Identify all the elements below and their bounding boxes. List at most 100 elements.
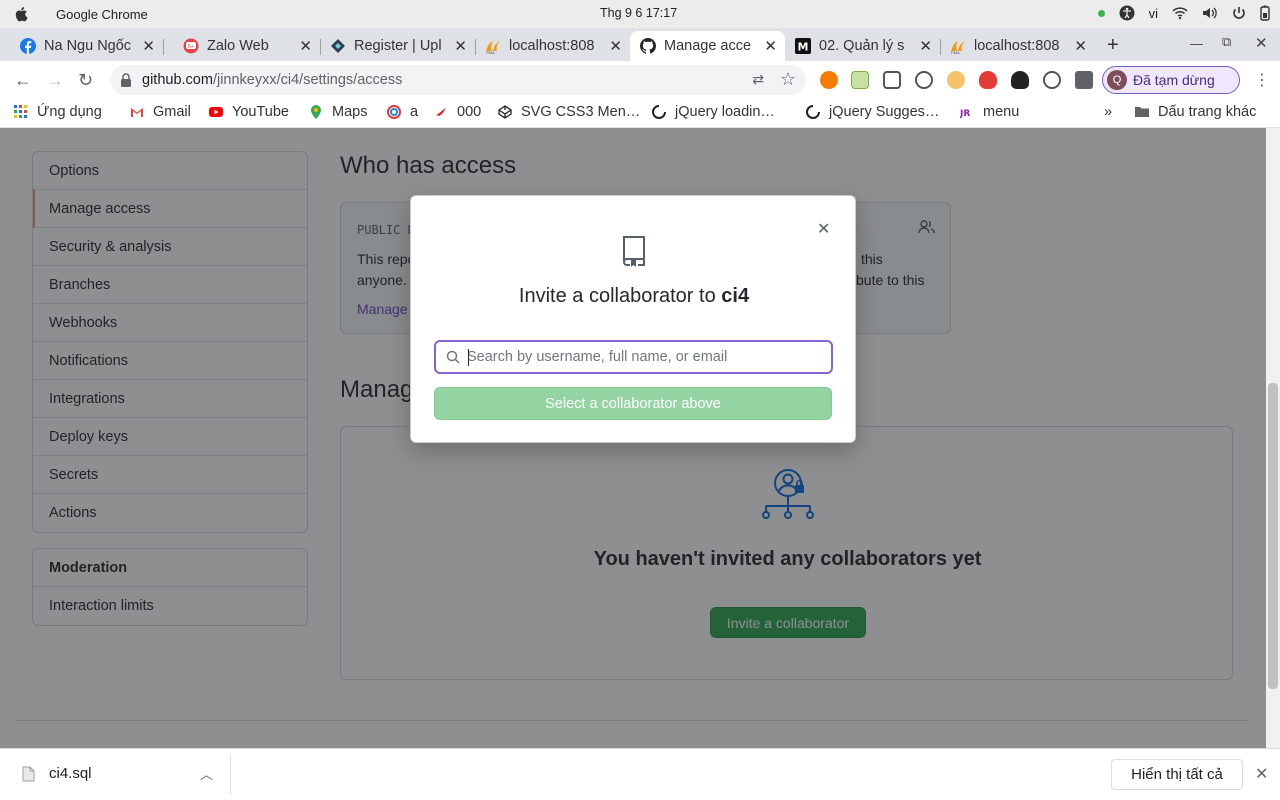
codepen-icon [498,105,512,119]
apple-icon[interactable] [14,6,30,22]
dialog-title: Invite a collaborator to ci4 [411,285,857,308]
bookmark-apps[interactable]: Ứng dụng [14,104,102,120]
tab-label: localhost:808 [509,38,595,54]
bookmark-label: a [410,104,419,120]
bookmark-label: Ứng dụng [37,104,102,120]
bookmark-maps[interactable]: Maps [309,104,367,120]
dialog-repo-name: ci4 [721,285,750,307]
show-all-downloads-button[interactable]: Hiển thị tất cả [1111,759,1243,790]
svg-text:JR: JR [960,109,970,119]
fire-icon[interactable] [979,71,997,89]
tab-close-icon[interactable]: ✕ [454,37,467,55]
facebook-icon [20,38,36,54]
bookmark-gmail[interactable]: Gmail [130,104,191,120]
wifi-icon[interactable] [1172,6,1188,20]
kebab-menu-icon[interactable]: ⋮ [1254,70,1270,90]
restore-icon[interactable]: ⧉ [1222,34,1231,50]
divider [230,755,231,795]
tab-close-icon[interactable]: ✕ [1074,37,1087,55]
app-name: Google Chrome [56,7,148,22]
cookie-icon[interactable] [947,71,965,89]
gmail-icon [131,108,143,117]
medium-icon: M [795,38,811,54]
extensions-puzzle-icon[interactable] [1075,71,1093,89]
bookmark-other[interactable]: Dấu trang khác [1135,104,1256,120]
bookmark-000[interactable]: 000 [434,104,481,120]
bookmark-youtube[interactable]: YouTube [209,104,289,120]
repo-icon [623,236,645,267]
address-url[interactable]: github.com/jinnkeyxx/ci4/settings/access [142,72,402,88]
tab-close-icon[interactable]: ✕ [609,37,622,55]
tab-close-icon[interactable]: ✕ [299,37,312,55]
tab-manage-access[interactable]: Manage acce ✕ [630,31,785,61]
tab-localhost-2[interactable]: PMA localhost:808 ✕ [940,31,1095,61]
maps-icon [311,105,321,119]
tab-zalo[interactable]: 5+ Zalo Web ✕ [163,31,320,61]
tab-localhost-1[interactable]: PMA localhost:808 ✕ [475,31,630,61]
window-close-icon[interactable]: ✕ [1255,34,1268,52]
youtube-icon [209,107,223,117]
close-icon[interactable]: ✕ [817,219,830,239]
tab-facebook[interactable]: Na Ngu Ngốc ✕ [0,31,163,61]
text-cursor [468,349,469,366]
overflow-chevron-icon: » [1104,104,1113,120]
bookmark-svg-css3[interactable]: SVG CSS3 Men… [498,104,640,120]
translate-icon[interactable]: ⇄ [752,71,764,88]
zalo-icon: 5+ [183,38,199,54]
invite-collaborator-dialog: ✕ Invite a collaborator to ci4 Select a … [410,195,856,443]
profile-button[interactable]: Q Đã tạm dừng [1102,66,1240,94]
volume-icon[interactable] [1202,6,1218,20]
recycle-icon[interactable] [1043,71,1061,89]
qr-code-icon[interactable] [883,71,901,89]
language-indicator[interactable]: vi [1149,6,1158,21]
new-tab-icon[interactable]: + [1107,34,1119,57]
battery-icon[interactable] [1260,5,1270,21]
ghost-icon[interactable] [1011,71,1029,89]
system-clock[interactable]: Thg 9 6 17:17 [600,6,677,20]
reload-icon[interactable]: ↻ [78,70,93,91]
tab-close-icon[interactable]: ✕ [919,37,932,55]
download-filename[interactable]: ci4.sql [49,765,92,782]
collaborator-search-input[interactable] [467,347,822,367]
tab-label: Manage acce [664,38,752,54]
tab-close-icon[interactable]: ✕ [142,37,155,55]
tab-register[interactable]: Register | Upl ✕ [320,31,475,61]
lock-icon[interactable] [120,73,132,87]
extension-1-icon[interactable] [820,71,838,89]
bookmarks-overflow[interactable]: » [1104,104,1112,120]
tab-close-icon[interactable]: ✕ [764,37,777,55]
chevron-up-icon[interactable]: ︿ [200,764,213,783]
power-icon[interactable] [1232,6,1246,20]
bookmark-a[interactable]: a [387,104,418,120]
phpmyadmin-icon: PMA [486,41,500,54]
os-top-bar: Google Chrome Thg 9 6 17:17 vi [0,0,1280,28]
back-icon[interactable]: ← [14,70,32,91]
close-downloads-icon[interactable]: ✕ [1255,764,1268,784]
upwork-icon [331,39,345,53]
accessibility-icon[interactable] [1119,5,1135,21]
bookmark-menu[interactable]: JR menu [960,104,1019,120]
bookmark-jquery-loading[interactable]: jQuery loadin… [652,104,775,120]
select-collaborator-button[interactable]: Select a collaborator above [434,387,832,420]
bookmarks-bar: Ứng dụng Gmail YouTube Maps a 000 SVG CS… [0,99,1280,128]
url-path: /jinnkeyxx/ci4/settings/access [212,72,403,88]
timer-icon[interactable] [915,71,933,89]
bookmark-label: jQuery loadin… [675,104,775,120]
minimize-icon[interactable]: — [1190,36,1203,51]
tab-label: Register | Upl [354,38,442,54]
extension-sheet-icon[interactable] [851,71,869,89]
profile-label: Đã tạm dừng [1133,72,1215,88]
forward-icon[interactable]: → [46,70,64,91]
page-scrollbar-thumb[interactable] [1268,383,1278,689]
system-tray: vi [1097,5,1270,21]
bookmark-star-icon[interactable]: ☆ [780,69,796,90]
bookmark-label: Gmail [153,104,191,120]
svg-text:M: M [798,41,809,54]
bookmark-jquery-suggest[interactable]: jQuery Sugges… [806,104,939,120]
bookmark-label: jQuery Sugges… [829,104,940,120]
address-bar[interactable]: github.com/jinnkeyxx/ci4/settings/access… [110,65,806,95]
downloads-bar: ci4.sql ︿ Hiển thị tất cả ✕ [0,748,1280,800]
collaborator-search-field[interactable] [434,340,833,374]
svg-text:PMA: PMA [486,50,495,54]
tab-quan-ly[interactable]: M 02. Quản lý s ✕ [785,31,940,61]
